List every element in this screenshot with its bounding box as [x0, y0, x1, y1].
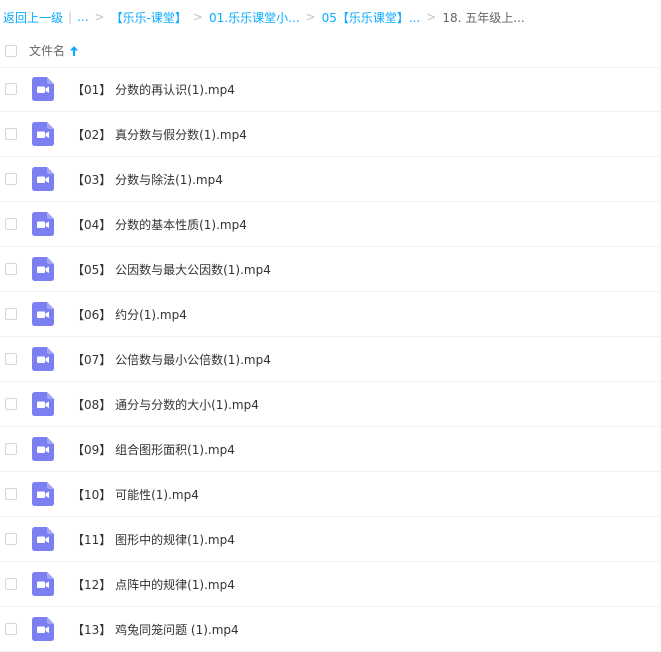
row-checkbox[interactable]: [5, 308, 17, 320]
row-checkbox[interactable]: [5, 353, 17, 365]
arrow-up-icon[interactable]: [70, 45, 79, 56]
breadcrumb-separator: >: [426, 10, 437, 24]
breadcrumb-pipe: |: [68, 10, 73, 24]
breadcrumb-item-2[interactable]: 01.乐乐课堂小...: [209, 9, 300, 26]
video-file-icon: [32, 482, 54, 506]
video-file-icon: [32, 617, 54, 641]
video-file-icon: [32, 392, 54, 416]
file-row[interactable]: 【02】 真分数与假分数(1).mp4: [0, 112, 661, 157]
row-checkbox[interactable]: [5, 218, 17, 230]
breadcrumb-separator: >: [305, 10, 316, 24]
select-all-checkbox[interactable]: [5, 44, 17, 57]
video-file-icon: [32, 527, 54, 551]
filename-column-header[interactable]: 文件名: [29, 42, 65, 59]
breadcrumb-separator: >: [192, 10, 203, 24]
file-row[interactable]: 【10】 可能性(1).mp4: [0, 472, 661, 517]
row-checkbox[interactable]: [5, 488, 17, 500]
video-file-icon: [32, 257, 54, 281]
breadcrumb: 返回上一级 | ... > 【乐乐-课堂】 > 01.乐乐课堂小... > 05…: [0, 0, 661, 34]
row-checkbox[interactable]: [5, 623, 17, 635]
video-file-icon: [32, 167, 54, 191]
row-checkbox[interactable]: [5, 173, 17, 185]
file-name[interactable]: 【07】 公倍数与最小公倍数(1).mp4: [72, 351, 271, 368]
file-row[interactable]: 【07】 公倍数与最小公倍数(1).mp4: [0, 337, 661, 382]
row-checkbox[interactable]: [5, 83, 17, 95]
row-checkbox[interactable]: [5, 533, 17, 545]
row-checkbox[interactable]: [5, 263, 17, 275]
video-file-icon: [32, 122, 54, 146]
file-row[interactable]: 【05】 公因数与最大公因数(1).mp4: [0, 247, 661, 292]
file-row[interactable]: 【06】 约分(1).mp4: [0, 292, 661, 337]
file-name[interactable]: 【09】 组合图形面积(1).mp4: [72, 441, 235, 458]
file-name[interactable]: 【08】 通分与分数的大小(1).mp4: [72, 396, 259, 413]
file-list-header: 文件名: [0, 34, 661, 68]
row-checkbox[interactable]: [5, 128, 17, 140]
file-name[interactable]: 【02】 真分数与假分数(1).mp4: [72, 126, 247, 143]
video-file-icon: [32, 302, 54, 326]
file-name[interactable]: 【05】 公因数与最大公因数(1).mp4: [72, 261, 271, 278]
file-row[interactable]: 【08】 通分与分数的大小(1).mp4: [0, 382, 661, 427]
file-row[interactable]: 【13】 鸡兔同笼问题 (1).mp4: [0, 607, 661, 652]
file-name[interactable]: 【11】 图形中的规律(1).mp4: [72, 531, 235, 548]
video-file-icon: [32, 437, 54, 461]
file-row[interactable]: 【01】 分数的再认识(1).mp4: [0, 67, 661, 112]
breadcrumb-separator: >: [94, 10, 105, 24]
breadcrumb-item-1[interactable]: 【乐乐-课堂】: [111, 9, 187, 26]
file-row[interactable]: 【03】 分数与除法(1).mp4: [0, 157, 661, 202]
file-list: 【01】 分数的再认识(1).mp4 【02】 真分数与假分数(1).mp4 【03…: [0, 67, 661, 652]
file-name[interactable]: 【04】 分数的基本性质(1).mp4: [72, 216, 247, 233]
file-name[interactable]: 【12】 点阵中的规律(1).mp4: [72, 576, 235, 593]
breadcrumb-item-3[interactable]: 05【乐乐课堂】...: [322, 9, 421, 26]
file-row[interactable]: 【12】 点阵中的规律(1).mp4: [0, 562, 661, 607]
file-name[interactable]: 【10】 可能性(1).mp4: [72, 486, 199, 503]
breadcrumb-ellipsis[interactable]: ...: [77, 10, 88, 24]
back-link[interactable]: 返回上一级: [3, 9, 63, 26]
row-checkbox[interactable]: [5, 398, 17, 410]
row-checkbox[interactable]: [5, 443, 17, 455]
video-file-icon: [32, 347, 54, 371]
video-file-icon: [32, 212, 54, 236]
file-name[interactable]: 【06】 约分(1).mp4: [72, 306, 187, 323]
file-row[interactable]: 【11】 图形中的规律(1).mp4: [0, 517, 661, 562]
file-name[interactable]: 【03】 分数与除法(1).mp4: [72, 171, 223, 188]
row-checkbox[interactable]: [5, 578, 17, 590]
file-name[interactable]: 【01】 分数的再认识(1).mp4: [72, 81, 235, 98]
file-row[interactable]: 【04】 分数的基本性质(1).mp4: [0, 202, 661, 247]
file-name[interactable]: 【13】 鸡兔同笼问题 (1).mp4: [72, 621, 239, 638]
video-file-icon: [32, 572, 54, 596]
breadcrumb-current: 18. 五年级上...: [442, 10, 525, 25]
file-row[interactable]: 【09】 组合图形面积(1).mp4: [0, 427, 661, 472]
video-file-icon: [32, 77, 54, 101]
